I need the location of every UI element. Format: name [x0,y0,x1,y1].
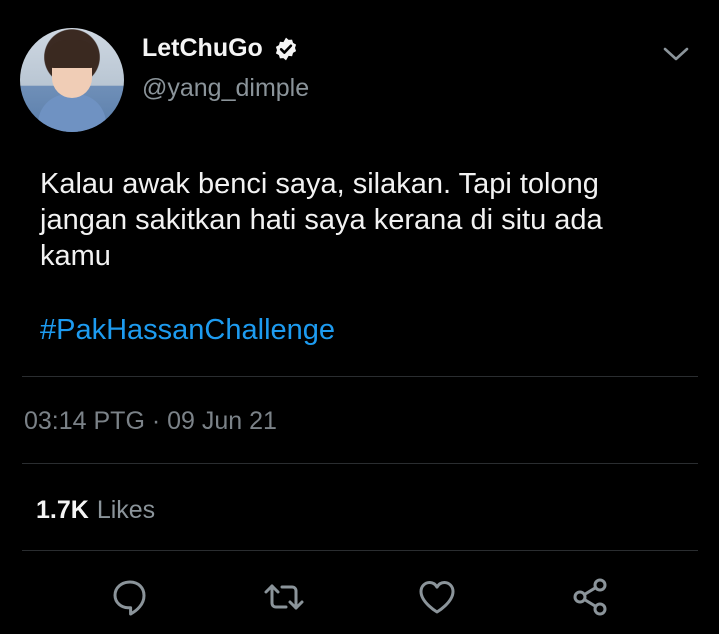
name-row: LetChuGo [142,34,299,63]
like-button[interactable] [414,574,460,620]
likes-stat[interactable]: 1.7K Likes [36,496,155,525]
avatar[interactable] [20,28,124,132]
share-button[interactable] [567,574,613,620]
user-handle[interactable]: @yang_dimple [142,74,309,103]
tweet-timestamp[interactable]: 03:14 PTG · 09 Jun 21 [24,407,277,436]
tweet-header: LetChuGo @yang_dimple [20,28,700,138]
divider [22,550,698,551]
avatar-shirt [38,94,106,132]
tweet-text: Kalau awak benci saya, silakan. Tapi tol… [40,166,690,274]
avatar-hair [46,40,98,68]
retweet-icon [264,584,304,610]
divider [22,463,698,464]
likes-count: 1.7K [36,496,89,524]
heart-icon [419,581,455,614]
divider [22,376,698,377]
verified-badge-icon [275,37,296,60]
chevron-down-icon[interactable] [662,44,690,64]
share-icon [573,578,607,616]
tweet-text-line: kamu [40,240,111,272]
display-name[interactable]: LetChuGo [142,34,263,63]
hashtag-link[interactable]: #PakHassanChallenge [40,314,335,347]
reply-button[interactable] [107,574,153,620]
likes-label: Likes [96,496,156,524]
reply-icon [113,580,146,616]
action-bar [0,574,719,626]
tweet-text-line: jangan sakitkan hati saya kerana di situ… [40,204,603,236]
tweet-text-line: Kalau awak benci saya, silakan. Tapi tol… [40,168,599,200]
retweet-button[interactable] [261,574,307,620]
